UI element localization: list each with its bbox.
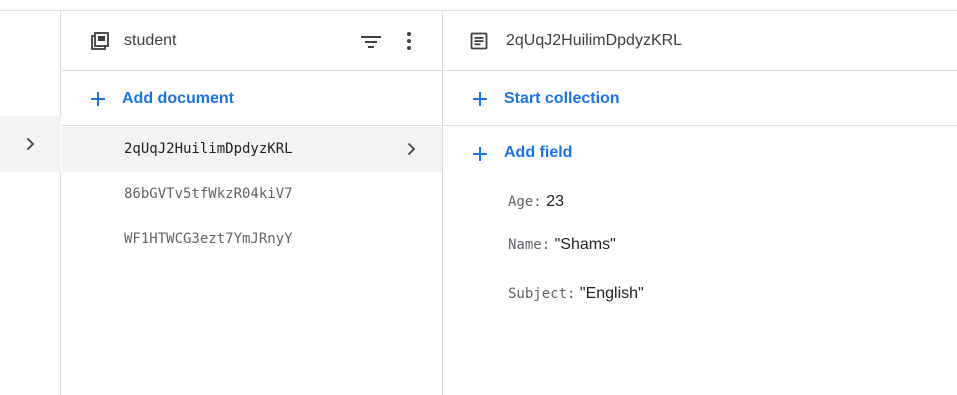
field-value: 23 [546, 193, 564, 210]
field-row[interactable]: Subject: "English" [508, 285, 644, 303]
document-list-item[interactable]: 86bGVTv5tfWkzR04kiV7 [62, 173, 442, 217]
field-row[interactable]: Age: 23 [508, 193, 564, 211]
document-panel: 2qUqJ2HuilimDpdyzKRL Start collection Ad… [444, 11, 957, 395]
document-icon [470, 32, 488, 50]
document-list-item[interactable]: 2qUqJ2HuilimDpdyzKRL [62, 127, 442, 172]
add-field-button[interactable]: Add field [444, 127, 957, 181]
collection-header: student [62, 11, 442, 71]
filter-icon[interactable] [360, 32, 382, 52]
collection-icon [91, 32, 109, 50]
document-id: 86bGVTv5tfWkzR04kiV7 [124, 186, 293, 202]
field-separator: : [541, 237, 551, 253]
collection-title: student [124, 32, 177, 49]
field-key: Subject [508, 286, 568, 302]
field-row[interactable]: Name: "Shams" [508, 236, 616, 254]
plus-icon [91, 92, 105, 106]
collection-panel: student Add document 2qUqJ2HuilimDpdyzKR… [62, 11, 443, 395]
document-header: 2qUqJ2HuilimDpdyzKRL [444, 11, 957, 71]
root-gutter [0, 11, 61, 395]
start-collection-label: Start collection [504, 90, 620, 107]
field-separator: : [533, 194, 542, 210]
start-collection-button[interactable]: Start collection [444, 72, 957, 126]
plus-icon [473, 92, 487, 106]
document-title: 2qUqJ2HuilimDpdyzKRL [506, 32, 683, 49]
add-document-button[interactable]: Add document [62, 72, 442, 126]
document-id: 2qUqJ2HuilimDpdyzKRL [124, 141, 293, 157]
field-value: "English" [579, 285, 644, 302]
add-field-label: Add field [504, 144, 573, 161]
field-key: Age [508, 194, 534, 210]
more-vert-icon[interactable] [399, 30, 419, 52]
document-list-item[interactable]: WF1HTWCG3ezt7YmJRnyY [62, 217, 442, 261]
field-key: Name [508, 237, 542, 253]
add-document-label: Add document [122, 90, 234, 107]
document-id: WF1HTWCG3ezt7YmJRnyY [124, 231, 293, 247]
plus-icon [473, 147, 487, 161]
firestore-data-viewer: student Add document 2qUqJ2HuilimDpdyzKR… [0, 0, 957, 395]
field-value: "Shams" [554, 236, 616, 253]
field-separator: : [567, 286, 576, 302]
chevron-right-icon[interactable] [22, 136, 38, 152]
chevron-right-icon [407, 142, 416, 156]
